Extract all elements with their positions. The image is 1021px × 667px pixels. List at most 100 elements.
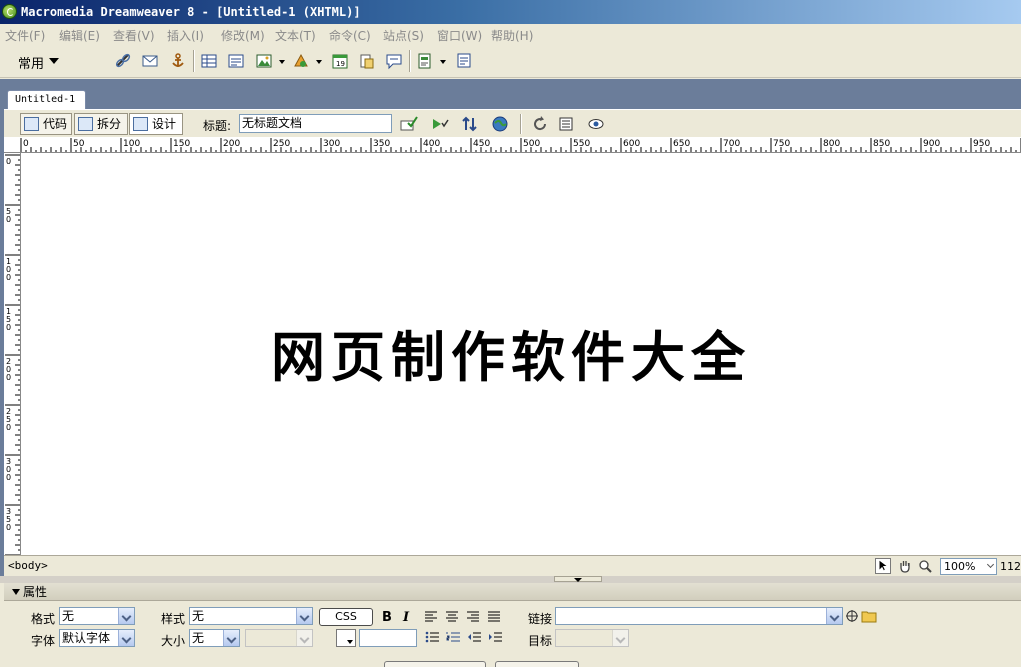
media-icon[interactable] (292, 52, 310, 70)
menu-help[interactable]: 帮助(H) (491, 27, 533, 44)
view-options-icon[interactable] (558, 115, 576, 133)
bold-button[interactable]: B (382, 610, 392, 625)
ruler-label: 850 (873, 139, 890, 149)
preview-in-browser-icon[interactable] (491, 115, 509, 133)
text-color-picker[interactable] (336, 629, 356, 647)
templates-icon[interactable] (416, 52, 434, 70)
chevron-down-icon[interactable] (49, 58, 59, 64)
toolbar-divider (520, 114, 522, 134)
hand-tool-icon[interactable] (897, 558, 913, 574)
media-dropdown-icon[interactable] (316, 60, 322, 64)
menu-modify[interactable]: 修改(M) (221, 27, 265, 44)
ruler-label: 450 (473, 139, 490, 149)
design-view-icon (133, 117, 148, 131)
italic-button[interactable]: I (403, 610, 409, 625)
split-view-button[interactable]: 拆分 (74, 113, 128, 135)
menu-insert[interactable]: 插入(I) (167, 27, 204, 44)
insert-category-select[interactable]: 常用 (18, 53, 44, 72)
ruler-label: 550 (573, 139, 590, 149)
visual-aids-icon[interactable] (587, 115, 605, 133)
expand-triangle-icon (12, 589, 20, 595)
size-select[interactable]: 无 (189, 629, 240, 647)
properties-header[interactable]: 属性 (4, 583, 1021, 601)
unordered-list-icon[interactable] (425, 631, 439, 643)
ruler-label: 0 (23, 139, 29, 149)
collapse-grip[interactable] (554, 576, 602, 582)
window-size-display[interactable]: 1129 (1000, 560, 1021, 573)
menu-site[interactable]: 站点(S) (383, 27, 424, 44)
refresh-icon[interactable] (531, 115, 549, 133)
comment-icon[interactable] (385, 52, 403, 70)
ruler-label: 600 (623, 139, 640, 149)
justify-icon[interactable] (488, 611, 500, 622)
email-link-icon[interactable] (141, 52, 159, 70)
style-value: 无 (192, 609, 205, 623)
named-anchor-icon[interactable] (169, 52, 187, 70)
indent-icon[interactable] (488, 631, 502, 643)
zoom-select[interactable]: 100% (940, 558, 997, 575)
ruler-label: 200 (223, 139, 240, 149)
align-left-icon[interactable] (425, 611, 437, 622)
panel-splitter[interactable] (0, 576, 1021, 583)
ruler-label: 0 (6, 423, 11, 432)
format-value: 无 (62, 609, 75, 623)
page-properties-button[interactable] (384, 661, 486, 667)
menu-view[interactable]: 查看(V) (113, 27, 155, 44)
size-unit-select[interactable] (245, 629, 313, 647)
menu-window[interactable]: 窗口(W) (437, 27, 482, 44)
toolbar-divider (409, 50, 411, 72)
menu-commands[interactable]: 命令(C) (329, 27, 371, 44)
templates-dropdown-icon[interactable] (440, 60, 446, 64)
svg-text:19: 19 (336, 60, 345, 68)
font-select[interactable]: 默认字体 (59, 629, 135, 647)
link-input[interactable] (555, 607, 843, 625)
document-tab[interactable]: Untitled-1 (7, 90, 86, 109)
doc-title-input[interactable]: 无标题文档 (239, 114, 392, 133)
dreamweaver-app-icon[interactable] (2, 4, 17, 19)
layer-icon[interactable] (227, 52, 245, 70)
align-center-icon[interactable] (446, 611, 458, 622)
folder-icon[interactable] (861, 609, 877, 623)
ruler-label: 0 (6, 523, 11, 532)
ruler-label: 800 (823, 139, 840, 149)
page-heading-text[interactable]: 网页制作软件大全 (271, 313, 751, 392)
design-view-button[interactable]: 设计 (129, 113, 183, 135)
code-view-icon (24, 117, 39, 131)
browser-check-icon[interactable] (431, 115, 449, 133)
select-tool-icon[interactable] (875, 558, 891, 574)
format-select[interactable]: 无 (59, 607, 135, 625)
size-label: 大小 (161, 634, 186, 648)
ordered-list-icon[interactable] (446, 631, 460, 643)
window-title: Macromedia Dreamweaver 8 - [Untitled-1 (… (21, 5, 361, 19)
date-icon[interactable]: 19 (331, 52, 349, 70)
image-dropdown-icon[interactable] (279, 60, 285, 64)
code-view-button[interactable]: 代码 (20, 113, 72, 135)
list-item-button[interactable] (495, 661, 579, 667)
ruler-label: 50 (73, 139, 85, 149)
zoom-tool-icon[interactable] (917, 558, 933, 574)
image-icon[interactable] (255, 52, 273, 70)
ruler-label: 750 (773, 139, 790, 149)
tag-selector[interactable]: <body> (8, 559, 48, 572)
ruler-label: 700 (723, 139, 740, 149)
outdent-icon[interactable] (467, 631, 481, 643)
style-select[interactable]: 无 (189, 607, 313, 625)
server-side-include-icon[interactable] (358, 52, 376, 70)
hyperlink-icon[interactable] (114, 52, 132, 70)
menu-edit[interactable]: 编辑(E) (59, 27, 100, 44)
css-button[interactable]: CSS (319, 608, 373, 626)
point-to-file-icon[interactable] (845, 609, 859, 623)
target-select[interactable] (555, 629, 629, 647)
menu-text[interactable]: 文本(T) (275, 27, 316, 44)
align-right-icon[interactable] (467, 611, 479, 622)
ruler-label: 300 (323, 139, 340, 149)
text-color-input[interactable] (359, 629, 417, 647)
design-canvas[interactable]: 网页制作软件大全 (21, 153, 1021, 555)
ruler-label: 250 (273, 139, 290, 149)
validate-markup-icon[interactable] (400, 115, 418, 133)
file-transfer-icon[interactable] (461, 115, 479, 133)
menu-file[interactable]: 文件(F) (5, 27, 45, 44)
tag-chooser-icon[interactable] (455, 52, 473, 70)
ruler-label: 0 (6, 473, 11, 482)
table-icon[interactable] (200, 52, 218, 70)
